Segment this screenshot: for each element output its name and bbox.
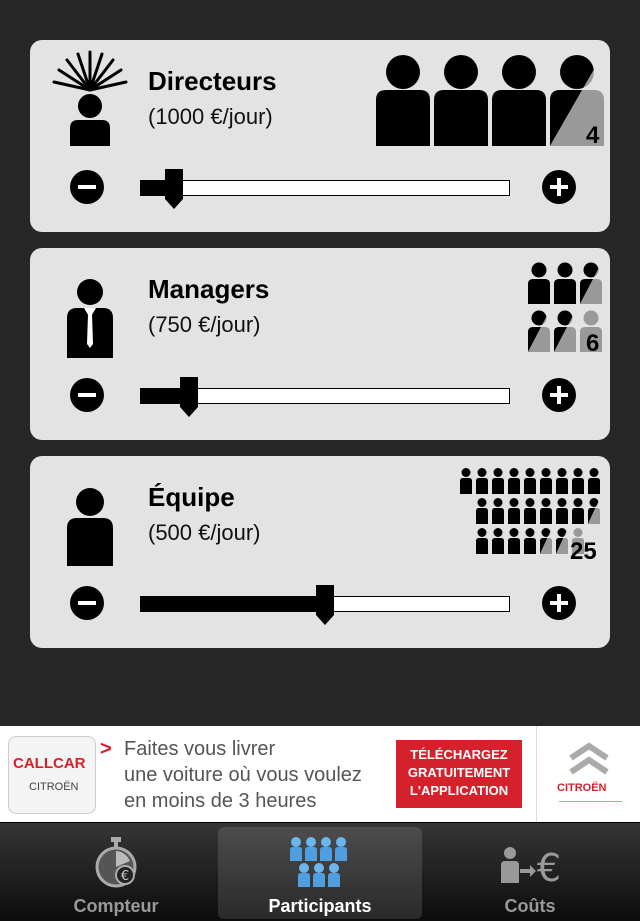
manager-icon (67, 279, 113, 358)
tab-label: Coûts (504, 896, 556, 916)
stopwatch-euro-icon: € (95, 837, 137, 888)
people-count-icon (376, 55, 604, 146)
callcar-logo: CALLCAR CITROËN (8, 736, 96, 814)
chevron-right-icon: > (100, 738, 112, 760)
person-arrow-euro-icon: € (501, 846, 561, 889)
ad-text: Faites vous livrer une voiture où vous v… (124, 736, 388, 814)
tab-bar: € Compteur Participants € Coûts (0, 822, 640, 921)
tab-compteur[interactable]: € Compteur (14, 827, 218, 919)
decrease-button[interactable] (70, 378, 104, 412)
tab-label: Participants (268, 896, 372, 916)
participant-count: 4 (586, 122, 600, 149)
svg-text:€: € (537, 846, 561, 889)
card-title: Équipe (148, 482, 235, 512)
citroen-chevrons-icon (569, 742, 609, 775)
logo-line2: CITROËN (29, 781, 79, 793)
slider-thumb[interactable] (165, 169, 184, 209)
card-rate: (1000 €/jour) (148, 104, 273, 129)
cta-line3: L'APPLICATION (409, 783, 509, 798)
slider-thumb[interactable] (179, 377, 198, 417)
tab-participants[interactable]: Participants (218, 827, 422, 919)
slider-fill (141, 597, 325, 611)
card-managers: Managers (750 €/jour) 6 (30, 248, 610, 440)
managers-slider[interactable] (140, 377, 510, 417)
team-member-icon (67, 488, 113, 566)
cta-line2: GRATUITEMENT (407, 765, 511, 780)
increase-button[interactable] (542, 586, 576, 620)
increase-button[interactable] (542, 170, 576, 204)
citroen-logo: CITROËN ————————— (536, 726, 640, 822)
card-title: Managers (148, 274, 270, 304)
equipe-slider[interactable] (140, 585, 510, 625)
card-rate: (500 €/jour) (148, 520, 261, 545)
tab-label: Compteur (73, 896, 159, 916)
directeurs-slider[interactable] (140, 169, 510, 209)
decrease-button[interactable] (70, 170, 104, 204)
tab-couts[interactable]: € Coûts (428, 827, 632, 919)
ad-download-button[interactable]: TÉLÉCHARGEZ GRATUITEMENT L'APPLICATION (396, 740, 522, 808)
cta-line1: TÉLÉCHARGEZ (410, 747, 508, 762)
brand-name: CITROËN (557, 782, 607, 794)
card-directeurs: Directeurs (1000 €/jour) 4 (30, 40, 610, 232)
ad-text-line3: en moins de 3 heures (124, 790, 317, 812)
slider-thumb[interactable] (316, 585, 334, 625)
participant-count: 25 (570, 538, 597, 565)
director-icon (52, 50, 128, 146)
ad-text-line1: Faites vous livrer (124, 738, 276, 760)
decrease-button[interactable] (70, 586, 104, 620)
card-equipe: Équipe (500 €/jour) 25 (30, 456, 610, 648)
logo-line1: CALLCAR (13, 755, 86, 772)
increase-button[interactable] (542, 378, 576, 412)
ad-text-line2: une voiture où vous voulez (124, 764, 362, 786)
svg-text:€: € (121, 869, 129, 884)
card-title: Directeurs (148, 66, 277, 96)
participant-count: 6 (586, 330, 600, 357)
ad-banner[interactable]: CALLCAR CITROËN > Faites vous livrer une… (0, 726, 640, 822)
brand-tagline-line: ————————— (559, 798, 622, 805)
people-group-icon (290, 837, 347, 887)
card-rate: (750 €/jour) (148, 312, 261, 337)
